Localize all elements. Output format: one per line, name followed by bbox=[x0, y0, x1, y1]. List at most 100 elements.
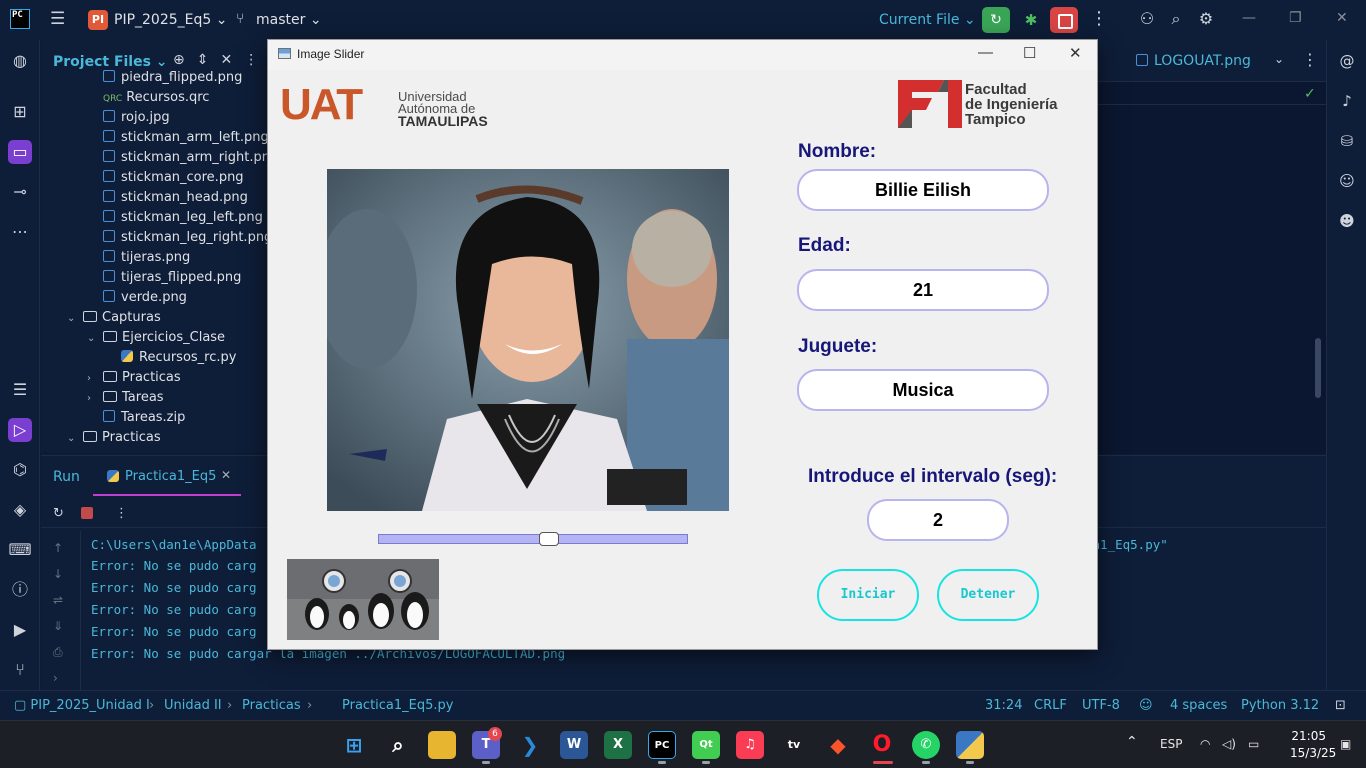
tree-item[interactable]: Recursos_rc.py bbox=[121, 348, 236, 368]
image-slider-track[interactable] bbox=[378, 534, 688, 544]
word-icon[interactable]: W bbox=[560, 731, 588, 759]
services-icon[interactable]: ▶ bbox=[8, 618, 32, 642]
close-tab-icon[interactable]: ✕ bbox=[221, 468, 231, 482]
ai-spiral-icon[interactable]: @ bbox=[1335, 49, 1359, 73]
indent-setting[interactable]: 4 spaces bbox=[1170, 698, 1227, 713]
scroll-to-end-icon[interactable]: ⇓ bbox=[53, 619, 63, 633]
run-tool-icon[interactable]: ▷ bbox=[8, 418, 32, 442]
git-icon[interactable]: ⑂ bbox=[8, 658, 32, 682]
problems-icon[interactable]: ⓘ bbox=[8, 578, 32, 602]
copilot-status-icon[interactable]: ☺ bbox=[1139, 698, 1153, 713]
vscode-icon[interactable]: ❯ bbox=[516, 731, 544, 759]
soft-wrap-icon[interactable]: ⇌ bbox=[53, 593, 63, 607]
tree-item[interactable]: stickman_core.png bbox=[103, 168, 244, 188]
tray-chevron-up-icon[interactable]: ⌃ bbox=[1126, 734, 1138, 750]
branch-selector[interactable]: master ⌄ bbox=[256, 12, 322, 28]
tree-item[interactable]: tijeras.png bbox=[103, 248, 190, 268]
apple-tv-icon[interactable]: tv bbox=[780, 731, 808, 759]
breadcrumb-unidad[interactable]: Unidad II bbox=[164, 698, 222, 713]
rerun-button[interactable]: ↻ bbox=[982, 7, 1010, 33]
structure-icon[interactable]: ⊞ bbox=[8, 100, 32, 124]
project-panel-actions[interactable]: ⊕⇕✕⋮ bbox=[173, 52, 270, 68]
add-user-icon[interactable]: ⚇ bbox=[1136, 9, 1158, 28]
project-selector[interactable]: PIP_2025_Eq5 ⌄ bbox=[114, 12, 227, 28]
window-maximize-icon[interactable]: ☐ bbox=[1023, 44, 1036, 62]
window-minimize-icon[interactable]: — bbox=[978, 44, 993, 61]
layers-icon[interactable]: ◈ bbox=[8, 498, 32, 522]
tree-item[interactable]: rojo.jpg bbox=[103, 108, 170, 128]
chevron-right-icon[interactable]: › bbox=[87, 389, 99, 409]
restore-icon[interactable]: ❐ bbox=[1289, 10, 1302, 26]
file-explorer-icon[interactable] bbox=[428, 731, 456, 759]
project-folder-icon[interactable]: ▭ bbox=[8, 140, 32, 164]
tree-item[interactable]: piedra_flipped.png bbox=[103, 68, 242, 88]
tree-item[interactable]: verde.png bbox=[103, 288, 187, 308]
more-icon[interactable]: ⋮ bbox=[115, 506, 128, 521]
editor-tab-logouat[interactable]: LOGOUAT.png bbox=[1154, 53, 1251, 69]
tree-item[interactable]: QRC Recursos.qrc bbox=[103, 88, 209, 108]
tree-item[interactable]: stickman_leg_right.png bbox=[103, 228, 272, 248]
image-slider-thumb[interactable] bbox=[538, 532, 559, 546]
wifi-icon[interactable]: ◠ bbox=[1200, 737, 1210, 751]
start-button[interactable]: Iniciar bbox=[817, 569, 919, 621]
scroll-up-icon[interactable]: ↑ bbox=[53, 541, 63, 555]
python-interpreter[interactable]: Python 3.12 bbox=[1241, 698, 1319, 713]
excel-icon[interactable]: X bbox=[604, 731, 632, 759]
code-with-me-icon[interactable]: ☻ bbox=[1335, 209, 1359, 233]
brave-icon[interactable]: ◆ bbox=[824, 731, 852, 759]
chevron-down-icon[interactable]: ⌄ bbox=[67, 429, 79, 449]
more-actions-icon[interactable]: ⋮ bbox=[1090, 8, 1108, 29]
breadcrumb-project[interactable]: ▢ PIP_2025_Unidad I bbox=[14, 698, 150, 713]
search-icon[interactable]: ⌕ bbox=[1165, 9, 1187, 29]
tree-item[interactable]: stickman_arm_right.png bbox=[103, 148, 278, 168]
debug-icon[interactable]: ✱ bbox=[1020, 9, 1042, 31]
settings-gear-icon[interactable]: ⚙ bbox=[1195, 9, 1217, 28]
tree-item[interactable]: ⌄ Ejercicios_Clase bbox=[87, 328, 225, 348]
chevron-down-icon[interactable]: ⌄ bbox=[67, 309, 79, 329]
more-tabs-icon[interactable]: ⋮ bbox=[1302, 50, 1318, 69]
language-indicator[interactable]: ESP bbox=[1160, 737, 1182, 751]
apple-music-icon[interactable]: ♫ bbox=[736, 731, 764, 759]
stop-run-icon[interactable] bbox=[81, 507, 93, 519]
lock-icon[interactable]: ⊡ bbox=[1335, 698, 1346, 713]
tree-item[interactable]: Tareas.zip bbox=[103, 408, 185, 428]
cursor-position[interactable]: 31:24 bbox=[985, 698, 1022, 713]
database-icon[interactable]: ⛁ bbox=[1335, 129, 1359, 153]
window-close-icon[interactable]: ✕ bbox=[1069, 44, 1082, 62]
scroll-down-icon[interactable]: ↓ bbox=[53, 567, 63, 581]
chevron-down-icon[interactable]: ⌄ bbox=[87, 329, 99, 349]
nombre-field[interactable]: Billie Eilish bbox=[797, 169, 1049, 211]
battery-icon[interactable]: ▭ bbox=[1248, 737, 1259, 751]
tree-item[interactable]: stickman_head.png bbox=[103, 188, 248, 208]
tree-item[interactable]: › Tareas bbox=[87, 388, 164, 408]
whatsapp-icon[interactable]: ✆ bbox=[912, 731, 940, 759]
python-packages-icon[interactable]: ⌬ bbox=[8, 458, 32, 482]
editor-area[interactable] bbox=[1098, 82, 1326, 454]
volume-icon[interactable]: ◁) bbox=[1222, 737, 1236, 751]
ai-assistant-icon[interactable]: ◍ bbox=[8, 49, 32, 73]
more-tools-icon[interactable]: ⋯ bbox=[8, 220, 32, 244]
breadcrumb-practicas[interactable]: Practicas bbox=[242, 698, 301, 713]
close-icon[interactable]: ✕ bbox=[1336, 10, 1348, 26]
stop-slider-button[interactable]: Detener bbox=[937, 569, 1039, 621]
interval-input[interactable]: 2 bbox=[867, 499, 1009, 541]
pycharm-taskbar-icon[interactable]: PC bbox=[648, 731, 676, 759]
expand-icon[interactable]: › bbox=[53, 671, 58, 685]
chevron-down-icon[interactable]: ⌄ bbox=[1274, 52, 1284, 66]
stop-button[interactable] bbox=[1050, 7, 1078, 33]
opera-icon[interactable]: O bbox=[868, 731, 896, 759]
system-clock[interactable]: 21:05 15/3/25 bbox=[1290, 728, 1336, 762]
copilot-icon[interactable]: ☺ bbox=[1335, 169, 1359, 193]
edad-field[interactable]: 21 bbox=[797, 269, 1049, 311]
tree-item[interactable]: ⌄ Practicas bbox=[67, 428, 161, 448]
juguete-field[interactable]: Musica bbox=[797, 369, 1049, 411]
commit-icon[interactable]: ⊸ bbox=[8, 180, 32, 204]
minimize-icon[interactable]: — bbox=[1242, 10, 1256, 26]
python-taskbar-icon[interactable] bbox=[956, 731, 984, 759]
breadcrumb-file[interactable]: Practica1_Eq5.py bbox=[342, 698, 453, 713]
todo-list-icon[interactable]: ☰ bbox=[8, 378, 32, 402]
print-icon[interactable]: ⎙ bbox=[53, 645, 63, 660]
project-badge[interactable]: PI bbox=[88, 10, 108, 30]
tree-item[interactable]: › Practicas bbox=[87, 368, 181, 388]
line-ending[interactable]: CRLF bbox=[1034, 698, 1067, 713]
